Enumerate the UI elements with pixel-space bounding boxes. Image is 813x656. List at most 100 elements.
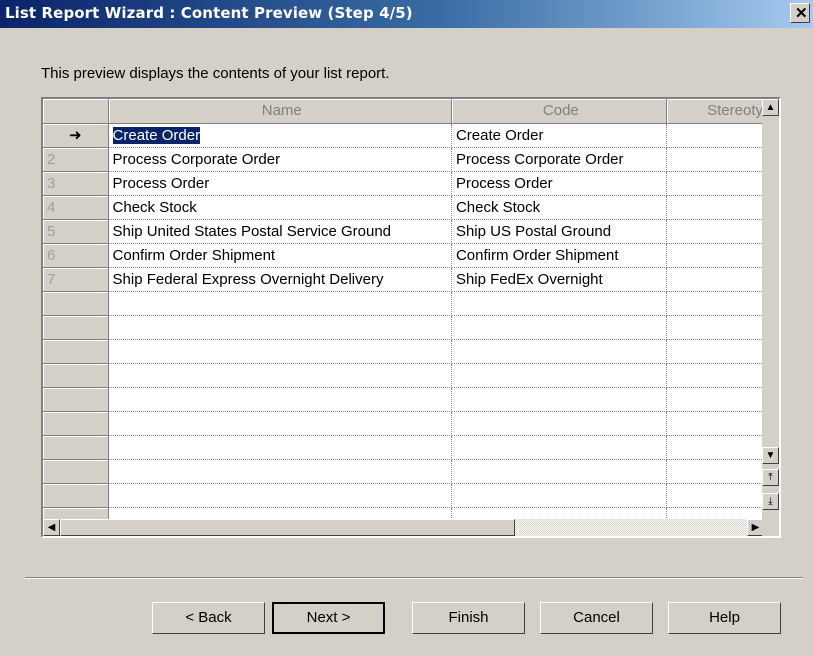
row-header[interactable]	[43, 507, 109, 519]
empty-cell[interactable]	[666, 435, 764, 460]
close-button[interactable]: ✕	[790, 3, 810, 23]
row-header[interactable]	[43, 315, 109, 340]
cell-stereotype[interactable]	[666, 195, 764, 220]
table-row[interactable]: 6 Confirm Order Shipment Confirm Order Shi…	[43, 243, 764, 268]
empty-row[interactable]	[43, 411, 764, 436]
cell-name[interactable]: Create Order	[108, 123, 452, 148]
empty-cell[interactable]	[451, 291, 667, 316]
cell-name[interactable]: Process Corporate Order	[108, 147, 452, 172]
table-row[interactable]: ➜ Create Order Create Order	[43, 123, 764, 148]
cell-stereotype[interactable]	[666, 147, 764, 172]
empty-row[interactable]	[43, 507, 764, 519]
cell-code[interactable]: Check Stock	[451, 195, 667, 220]
row-header[interactable]	[43, 459, 109, 484]
cell-stereotype[interactable]	[666, 267, 764, 292]
cell-code[interactable]: Ship FedEx Overnight	[451, 267, 667, 292]
row-header[interactable]	[43, 483, 109, 508]
scroll-page-down-button[interactable]: ⤓	[762, 493, 779, 510]
column-header-name[interactable]: Name	[108, 99, 452, 124]
row-number[interactable]: 3	[43, 171, 109, 196]
row-number[interactable]: 7	[43, 267, 109, 292]
empty-row[interactable]	[43, 315, 764, 340]
cell-code[interactable]: Process Order	[451, 171, 667, 196]
empty-cell[interactable]	[666, 363, 764, 388]
cell-name[interactable]: Ship United States Postal Service Ground	[108, 219, 452, 244]
title-bar[interactable]: List Report Wizard : Content Preview (St…	[0, 0, 813, 28]
vertical-scrollbar[interactable]: ▲ ▼ ⤒ ⤓	[762, 99, 779, 519]
empty-cell[interactable]	[108, 411, 452, 436]
empty-cell[interactable]	[108, 363, 452, 388]
empty-cell[interactable]	[451, 315, 667, 340]
empty-cell[interactable]	[451, 339, 667, 364]
empty-cell[interactable]	[108, 507, 452, 519]
current-row-arrow-icon[interactable]: ➜	[43, 123, 109, 148]
help-button[interactable]: Help	[668, 602, 781, 634]
empty-cell[interactable]	[451, 435, 667, 460]
empty-cell[interactable]	[666, 411, 764, 436]
row-header[interactable]	[43, 435, 109, 460]
column-header-code[interactable]: Code	[451, 99, 667, 124]
empty-cell[interactable]	[108, 315, 452, 340]
cell-stereotype[interactable]	[666, 219, 764, 244]
empty-cell[interactable]	[666, 507, 764, 519]
preview-grid[interactable]: Name Code Stereoty ➜ Create Order Create O…	[41, 97, 781, 538]
horizontal-scrollbar[interactable]: ◀ ▶	[43, 519, 764, 536]
row-number[interactable]: 6	[43, 243, 109, 268]
empty-row[interactable]	[43, 483, 764, 508]
table-row[interactable]: 7 Ship Federal Express Overnight Delivery…	[43, 267, 764, 292]
empty-row[interactable]	[43, 387, 764, 412]
row-number[interactable]: 2	[43, 147, 109, 172]
table-row[interactable]: 3 Process Order Process Order	[43, 171, 764, 196]
cell-name[interactable]: Ship Federal Express Overnight Delivery	[108, 267, 452, 292]
empty-cell[interactable]	[451, 411, 667, 436]
empty-cell[interactable]	[666, 339, 764, 364]
table-row[interactable]: 5 Ship United States Postal Service Groun…	[43, 219, 764, 244]
row-number[interactable]: 4	[43, 195, 109, 220]
scroll-down-button[interactable]: ▼	[762, 447, 779, 464]
cell-code[interactable]: Process Corporate Order	[451, 147, 667, 172]
row-header[interactable]	[43, 411, 109, 436]
empty-cell[interactable]	[108, 387, 452, 412]
cell-code[interactable]: Confirm Order Shipment	[451, 243, 667, 268]
row-header[interactable]	[43, 387, 109, 412]
empty-row[interactable]	[43, 339, 764, 364]
empty-row[interactable]	[43, 291, 764, 316]
row-header[interactable]	[43, 363, 109, 388]
empty-cell[interactable]	[666, 459, 764, 484]
empty-cell[interactable]	[666, 315, 764, 340]
cancel-button[interactable]: Cancel	[540, 602, 653, 634]
empty-cell[interactable]	[451, 459, 667, 484]
empty-row[interactable]	[43, 363, 764, 388]
empty-cell[interactable]	[108, 459, 452, 484]
empty-cell[interactable]	[108, 339, 452, 364]
empty-cell[interactable]	[666, 483, 764, 508]
cell-code[interactable]: Ship US Postal Ground	[451, 219, 667, 244]
finish-button[interactable]: Finish	[412, 602, 525, 634]
scroll-left-button[interactable]: ◀	[43, 519, 60, 536]
table-row[interactable]: 4 Check Stock Check Stock	[43, 195, 764, 220]
empty-row[interactable]	[43, 459, 764, 484]
cell-code[interactable]: Create Order	[451, 123, 667, 148]
cell-name[interactable]: Process Order	[108, 171, 452, 196]
back-button[interactable]: < Back	[152, 602, 265, 634]
scroll-up-button[interactable]: ▲	[762, 99, 779, 116]
cell-stereotype[interactable]	[666, 123, 764, 148]
cell-stereotype[interactable]	[666, 171, 764, 196]
row-number[interactable]: 5	[43, 219, 109, 244]
empty-cell[interactable]	[451, 387, 667, 412]
row-header[interactable]	[43, 291, 109, 316]
empty-cell[interactable]	[108, 291, 452, 316]
empty-cell[interactable]	[666, 387, 764, 412]
column-header-stereotype[interactable]: Stereoty	[666, 99, 764, 124]
table-row[interactable]: 2 Process Corporate Order Process Corporat…	[43, 147, 764, 172]
empty-cell[interactable]	[108, 435, 452, 460]
row-header[interactable]	[43, 339, 109, 364]
cell-stereotype[interactable]	[666, 243, 764, 268]
empty-cell[interactable]	[451, 507, 667, 519]
cell-name[interactable]: Check Stock	[108, 195, 452, 220]
next-button[interactable]: Next >	[272, 602, 385, 634]
empty-cell[interactable]	[108, 483, 452, 508]
empty-cell[interactable]	[451, 363, 667, 388]
horizontal-scroll-thumb[interactable]	[60, 519, 515, 536]
cell-name[interactable]: Confirm Order Shipment	[108, 243, 452, 268]
